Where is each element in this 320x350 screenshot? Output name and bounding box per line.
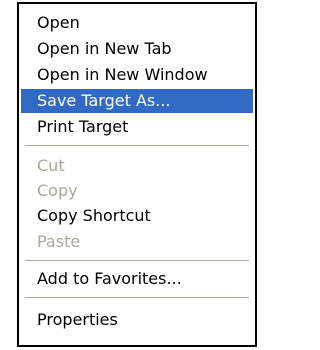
menu-item-add-to-favorites[interactable]: Add to Favorites...	[21, 267, 253, 291]
menu-item-paste: Paste	[37, 232, 81, 251]
menu-item-copy: Copy	[37, 181, 78, 200]
menu-item-copy-shortcut[interactable]: Copy Shortcut	[21, 204, 253, 228]
context-menu: Open Open in New Tab Open in New Window …	[17, 2, 257, 347]
menu-item-open-in-new-window[interactable]: Open in New Window	[21, 63, 253, 87]
menu-separator	[25, 297, 249, 298]
menu-item-properties[interactable]: Properties	[21, 308, 253, 332]
menu-separator	[25, 145, 249, 146]
menu-separator	[25, 260, 249, 261]
menu-item-save-target-as[interactable]: Save Target As...	[21, 89, 253, 113]
menu-item-print-target[interactable]: Print Target	[21, 115, 253, 139]
menu-item-cut: Cut	[37, 156, 65, 175]
menu-item-open-in-new-tab[interactable]: Open in New Tab	[21, 37, 253, 61]
menu-item-open[interactable]: Open	[21, 11, 253, 35]
